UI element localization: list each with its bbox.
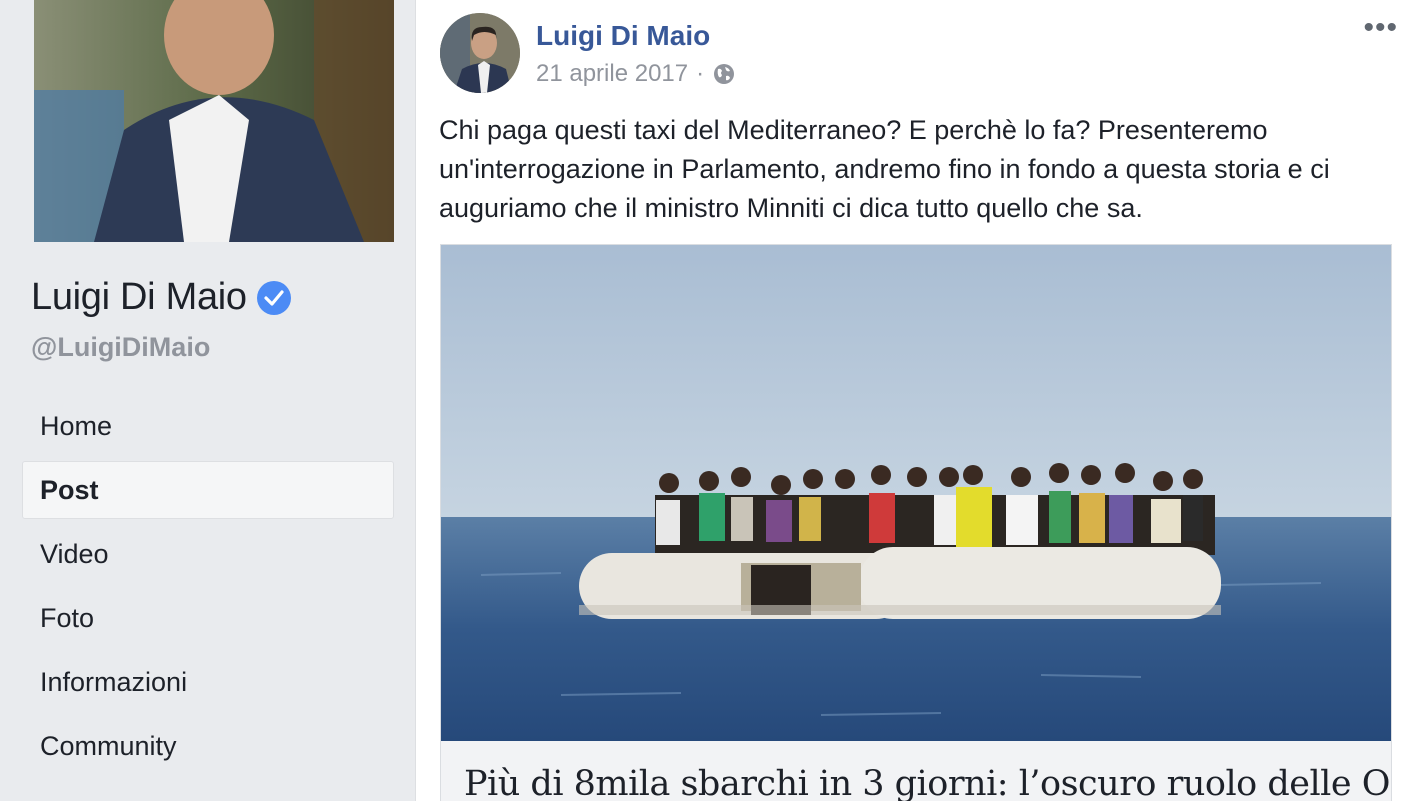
post-date[interactable]: 21 aprile 2017 [536, 60, 688, 88]
link-preview[interactable]: Più di 8mila sbarchi in 3 giorni: l’oscu… [440, 244, 1392, 801]
nav-item-foto[interactable]: Foto [22, 586, 394, 650]
nav-item-home[interactable]: Home [22, 394, 394, 458]
page-nav: Home Post Video Foto Informazioni Commun… [22, 394, 394, 778]
nav-item-community[interactable]: Community [22, 714, 394, 778]
page-sidebar: Luigi Di Maio @LuigiDiMaio Home Post Vid… [0, 0, 416, 801]
nav-item-video[interactable]: Video [22, 522, 394, 586]
nav-item-post[interactable]: Post [22, 461, 394, 519]
post-text: Chi paga questi taxi del Mediterraneo? E… [439, 115, 1330, 223]
link-preview-title[interactable]: Più di 8mila sbarchi in 3 giorni: l’oscu… [464, 764, 1391, 801]
post-author[interactable]: Luigi Di Maio [536, 20, 710, 52]
post-card: Luigi Di Maio 21 aprile 2017 · ••• Chi p… [416, 0, 1424, 801]
verified-badge-icon [256, 280, 291, 315]
page-name-text: Luigi Di Maio [31, 276, 247, 318]
more-options-icon[interactable]: ••• [1363, 13, 1398, 43]
nav-item-informazioni[interactable]: Informazioni [22, 650, 394, 714]
profile-photo[interactable] [34, 0, 394, 242]
author-avatar[interactable] [440, 13, 520, 93]
page-title: Luigi Di Maio [31, 276, 291, 319]
link-preview-image[interactable] [441, 245, 1391, 741]
meta-separator: · [696, 60, 705, 87]
globe-icon[interactable] [712, 62, 736, 86]
post-meta: 21 aprile 2017 · [536, 60, 736, 88]
page-handle[interactable]: @LuigiDiMaio [31, 332, 210, 363]
